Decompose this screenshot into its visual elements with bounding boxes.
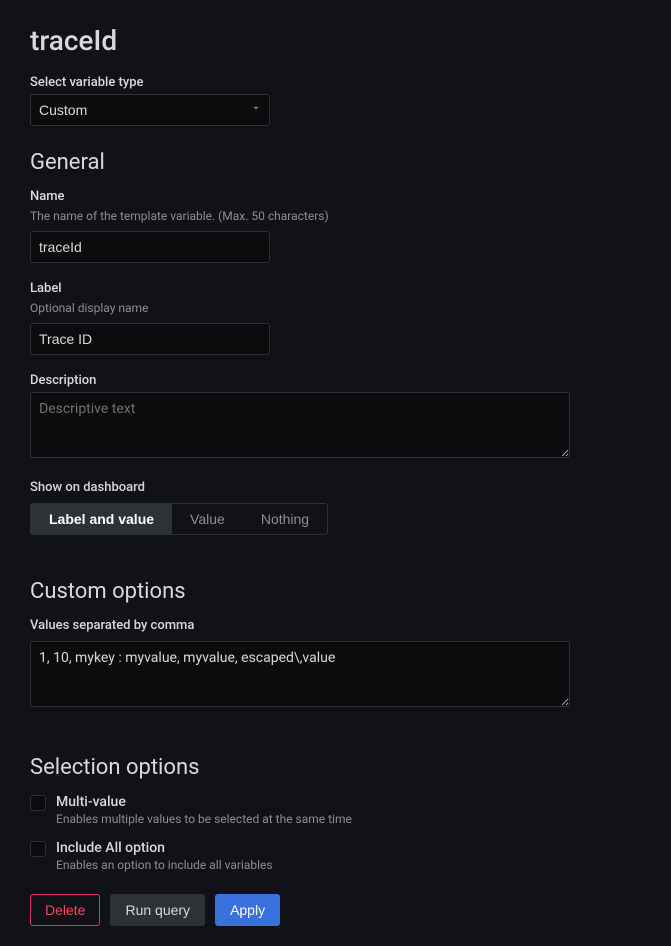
variable-type-label: Select variable type	[30, 75, 641, 90]
run-query-button[interactable]: Run query	[110, 894, 205, 926]
label-label: Label	[30, 281, 641, 296]
description-textarea[interactable]	[30, 392, 570, 458]
show-on-dashboard-group: Label and value Value Nothing	[30, 503, 328, 535]
include-all-label: Include All option	[56, 840, 273, 856]
variable-type-select[interactable]: Custom	[30, 94, 270, 126]
name-field: Name The name of the template variable. …	[30, 189, 641, 263]
label-field: Label Optional display name	[30, 281, 641, 355]
selection-options-title: Selection options	[30, 755, 641, 780]
footer-buttons: Delete Run query Apply	[30, 894, 641, 926]
description-label: Description	[30, 373, 641, 388]
show-opt-nothing[interactable]: Nothing	[243, 504, 327, 534]
multi-value-help: Enables multiple values to be selected a…	[56, 812, 352, 826]
show-on-dashboard-label: Show on dashboard	[30, 480, 641, 495]
multi-value-label: Multi-value	[56, 794, 352, 810]
show-opt-value[interactable]: Value	[172, 504, 243, 534]
include-all-row: Include All option Enables an option to …	[30, 840, 641, 872]
include-all-help: Enables an option to include all variabl…	[56, 858, 273, 872]
description-field: Description	[30, 373, 641, 462]
custom-values-field: Values separated by comma 1, 10, mykey :…	[30, 618, 641, 711]
include-all-text: Include All option Enables an option to …	[56, 840, 273, 872]
name-input[interactable]	[30, 231, 270, 263]
show-opt-label-and-value[interactable]: Label and value	[31, 504, 172, 534]
custom-values-textarea[interactable]: 1, 10, mykey : myvalue, myvalue, escaped…	[30, 641, 570, 707]
show-on-dashboard-field: Show on dashboard Label and value Value …	[30, 480, 641, 535]
include-all-checkbox[interactable]	[30, 841, 46, 857]
label-help: Optional display name	[30, 300, 641, 317]
name-label: Name	[30, 189, 641, 204]
delete-button[interactable]: Delete	[30, 894, 100, 926]
label-input[interactable]	[30, 323, 270, 355]
page-title: traceId	[30, 24, 641, 57]
variable-type-field: Select variable type Custom	[30, 75, 641, 126]
custom-values-label: Values separated by comma	[30, 618, 641, 633]
variable-editor-page: traceId Select variable type Custom Gene…	[0, 0, 671, 946]
variable-type-select-wrap: Custom	[30, 94, 270, 126]
multi-value-checkbox[interactable]	[30, 795, 46, 811]
custom-options-title: Custom options	[30, 579, 641, 604]
multi-value-row: Multi-value Enables multiple values to b…	[30, 794, 641, 826]
multi-value-text: Multi-value Enables multiple values to b…	[56, 794, 352, 826]
general-section-title: General	[30, 150, 641, 175]
name-help: The name of the template variable. (Max.…	[30, 208, 641, 225]
apply-button[interactable]: Apply	[215, 894, 280, 926]
